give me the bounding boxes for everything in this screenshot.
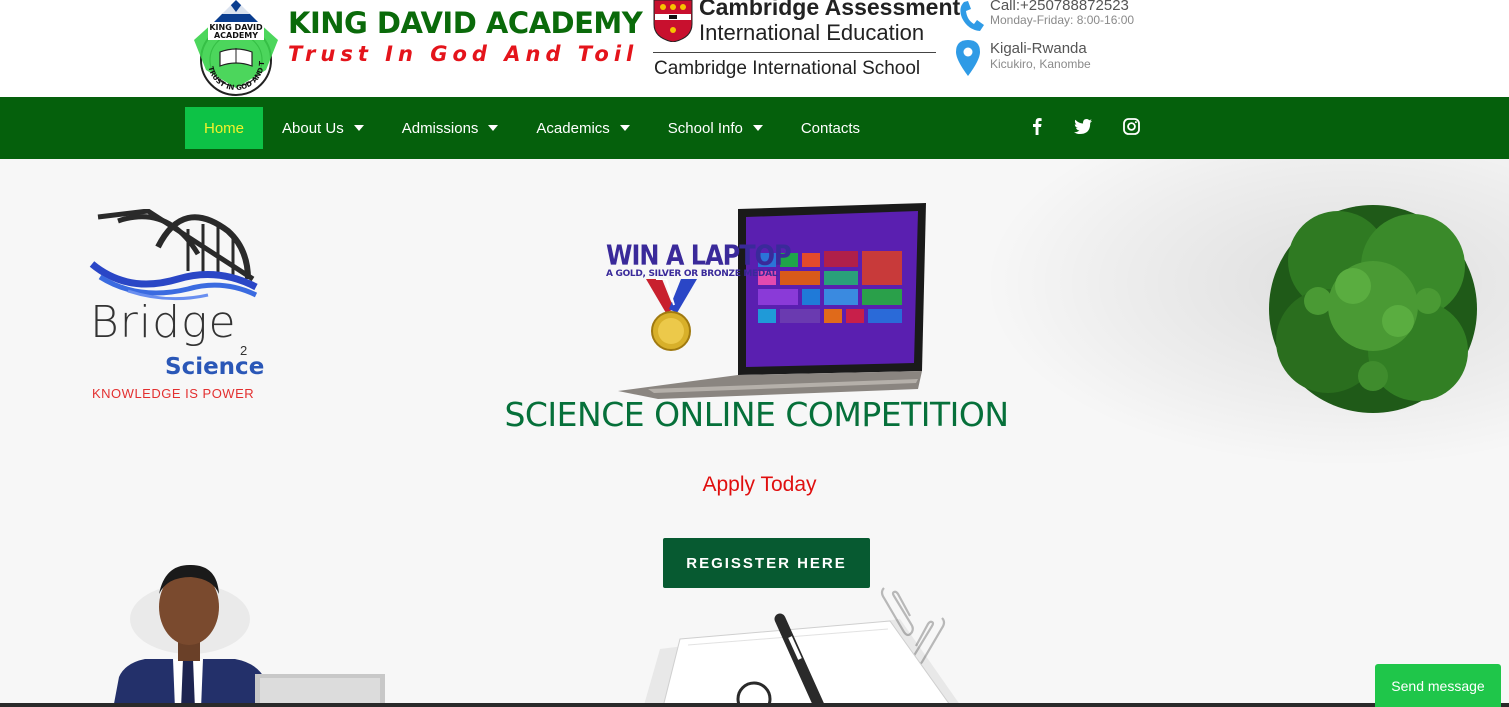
bridge-2-science-logo: [89, 209, 258, 301]
cambridge-crest-icon: [653, 0, 693, 42]
nav-item-label: Admissions: [401, 119, 479, 137]
student-with-laptop-image: [113, 564, 385, 707]
brand-name[interactable]: KING DAVID ACADEMY: [288, 6, 643, 40]
potted-plant-image: [1269, 205, 1477, 413]
nav-item-contacts[interactable]: Contacts: [782, 107, 879, 149]
caret-down-icon: [752, 125, 763, 131]
facebook-icon[interactable]: [1026, 115, 1048, 137]
notebook-and-pen-image: [643, 613, 962, 707]
win-laptop-title: WIN A LAPTOP: [606, 239, 792, 272]
twitter-icon[interactable]: [1072, 115, 1094, 137]
page-bottom-edge: [0, 703, 1509, 707]
nav-item-label: Academics: [536, 119, 610, 137]
gold-medal-icon: [646, 279, 697, 351]
cambridge-divider: [653, 52, 936, 53]
phone-icon: [960, 1, 984, 31]
hero-banner: Bridge 2 Science KNOWLEDGE IS POWER WIN …: [0, 159, 1509, 707]
nav-item-label: School Info: [667, 119, 743, 137]
bridge-logo-science: Science: [165, 354, 265, 380]
nav-item-school-info[interactable]: School Info: [649, 107, 782, 149]
win-laptop-subtitle: A GOLD, SILVER OR BRONZE MEDAL: [606, 269, 778, 279]
nav-item-about-us[interactable]: About Us: [263, 107, 383, 149]
instagram-icon[interactable]: [1120, 115, 1142, 137]
nav-item-academics[interactable]: Academics: [517, 107, 648, 149]
apply-today-text: Apply Today: [702, 473, 817, 496]
contact-area: Kicukiro, Kanombe: [990, 57, 1091, 71]
caret-down-icon: [488, 125, 499, 131]
nav-items: Home About Us Admissions Academics Schoo…: [185, 107, 879, 149]
contact-phone[interactable]: Call:+250788872523: [990, 0, 1129, 14]
nav-item-home[interactable]: Home: [185, 107, 264, 149]
contact-hours: Monday-Friday: 8:00-16:00: [990, 13, 1135, 27]
send-message-chat-button[interactable]: Send message: [1375, 664, 1501, 707]
location-pin-icon: [956, 40, 980, 76]
register-here-button[interactable]: REGISSTER HERE: [663, 538, 870, 588]
school-logo-badge[interactable]: KING DAVID ACADEMY TRUST IN GOD AND TOIL: [186, 0, 286, 97]
cambridge-line-1: Cambridge Assessment: [699, 0, 961, 20]
nav-item-label: Contacts: [800, 119, 861, 137]
contact-city: Kigali-Rwanda: [990, 40, 1087, 57]
nav-item-admissions[interactable]: Admissions: [383, 107, 518, 149]
main-nav: Home About Us Admissions Academics Schoo…: [0, 97, 1509, 159]
logo-badge-text-mid: ACADEMY: [214, 31, 258, 40]
caret-down-icon: [619, 125, 630, 131]
brand-motto: Trust In God And Toil: [288, 42, 639, 66]
nav-item-label: About Us: [282, 119, 344, 137]
cambridge-line-2: International Education: [699, 20, 925, 45]
site-header: KING DAVID ACADEMY TRUST IN GOD AND TOIL…: [0, 0, 1509, 97]
nav-item-label: Home: [204, 119, 245, 137]
cambridge-line-3: Cambridge International School: [654, 58, 921, 79]
hero-title: SCIENCE ONLINE COMPETITION: [504, 395, 1009, 434]
caret-down-icon: [353, 125, 364, 131]
bridge-logo-word: Bridge: [90, 297, 237, 348]
